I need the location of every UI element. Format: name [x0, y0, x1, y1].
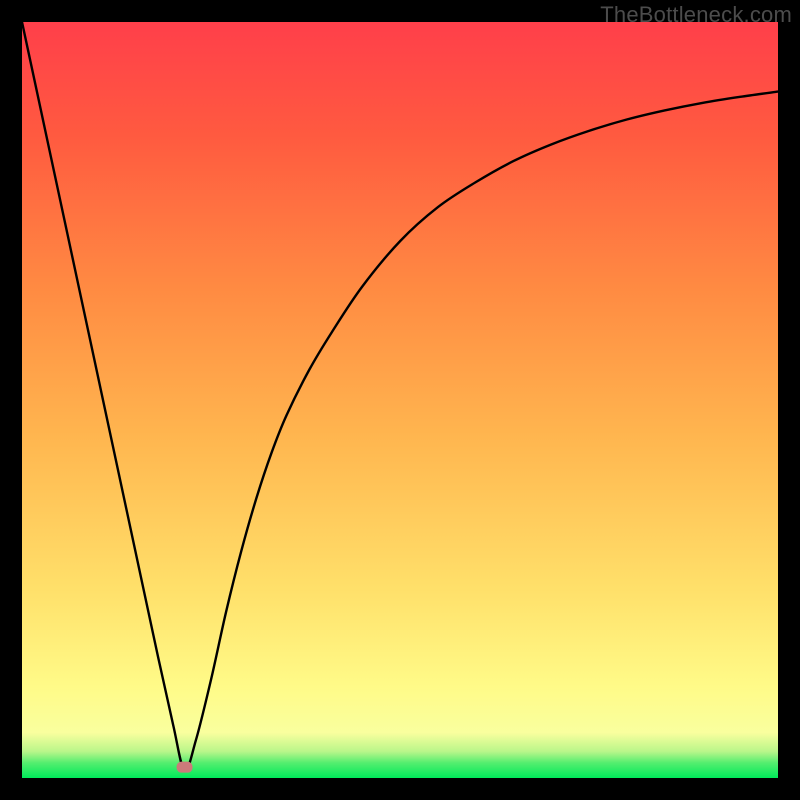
plot-area [22, 22, 778, 778]
watermark-text: TheBottleneck.com [600, 2, 792, 28]
chart-frame: TheBottleneck.com [0, 0, 800, 800]
bottleneck-curve [22, 22, 778, 771]
curve-layer [22, 22, 778, 778]
minimum-marker [177, 762, 193, 773]
